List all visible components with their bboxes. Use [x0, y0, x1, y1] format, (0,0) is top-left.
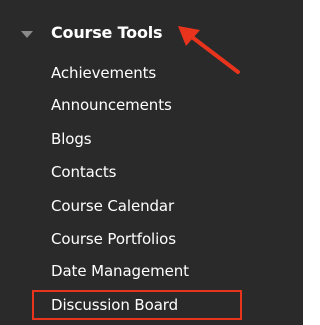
triangle-down-icon[interactable] — [21, 31, 33, 38]
menu-item-course-calendar[interactable]: Course Calendar — [51, 194, 174, 218]
annotation-arrow-icon — [178, 26, 240, 74]
menu-item-contacts[interactable]: Contacts — [51, 160, 116, 184]
menu-item-announcements[interactable]: Announcements — [51, 93, 172, 117]
menu-item-achievements[interactable]: Achievements — [51, 61, 156, 85]
course-tools-header[interactable]: Course Tools — [0, 20, 303, 48]
course-tools-panel: Course Tools Achievements Announcements … — [0, 0, 303, 325]
discussion-board-highlight — [32, 290, 242, 320]
menu-item-course-portfolios[interactable]: Course Portfolios — [51, 227, 176, 251]
menu-item-date-management[interactable]: Date Management — [51, 259, 189, 283]
menu-item-blogs[interactable]: Blogs — [51, 127, 92, 151]
course-tools-title[interactable]: Course Tools — [51, 23, 163, 42]
